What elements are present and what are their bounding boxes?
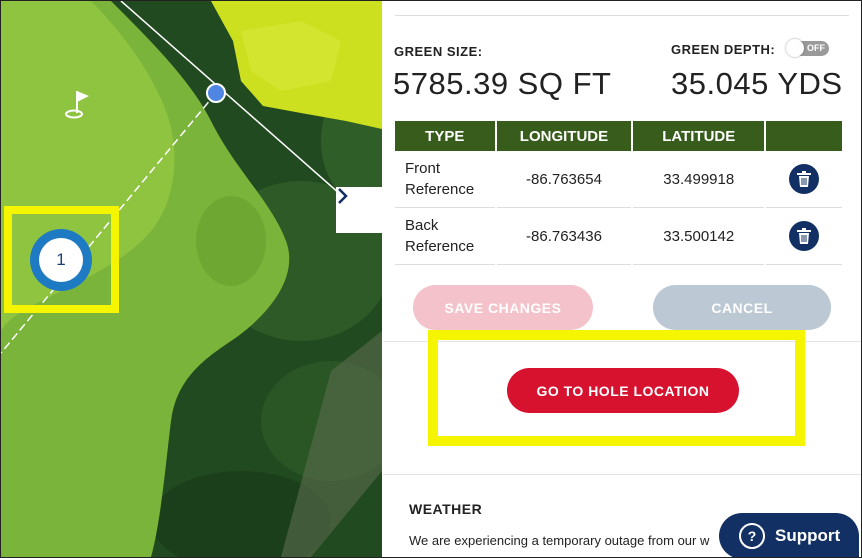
go-to-hole-location-button[interactable]: GO TO HOLE LOCATION xyxy=(507,368,739,413)
weather-title: WEATHER xyxy=(409,501,483,517)
row-longitude: -86.763654 xyxy=(496,151,632,208)
delete-button[interactable] xyxy=(789,164,820,194)
green-depth-value: 35.045 YDS xyxy=(671,66,843,101)
delete-button[interactable] xyxy=(789,221,820,251)
divider xyxy=(383,474,861,475)
row-actions xyxy=(766,151,842,208)
cancel-button[interactable]: CANCEL xyxy=(653,285,831,330)
col-latitude: LATITUDE xyxy=(633,121,765,151)
weather-message: We are experiencing a temporary outage f… xyxy=(409,533,710,548)
help-icon: ? xyxy=(739,523,765,549)
toggle-knob xyxy=(786,39,804,57)
green-depth-toggle[interactable]: OFF xyxy=(786,39,829,57)
divider xyxy=(383,341,861,342)
type-line: Reference xyxy=(405,238,475,255)
col-longitude: LONGITUDE xyxy=(496,121,632,151)
app-frame: 1 GREEN SIZE: 5785.39 SQ FT GREEN DEPTH:… xyxy=(0,0,862,558)
hole-pin-marker[interactable]: 1 xyxy=(30,229,92,291)
row-latitude: 33.500142 xyxy=(633,208,765,265)
green-size-label: GREEN SIZE: xyxy=(394,44,483,59)
col-actions xyxy=(766,121,842,151)
support-label: Support xyxy=(775,526,841,545)
row-latitude: 33.499918 xyxy=(633,151,765,208)
trash-icon xyxy=(797,171,812,187)
pin-number: 1 xyxy=(39,238,83,282)
green-size-value: 5785.39 SQ FT xyxy=(393,66,612,101)
table-row: Front Reference -86.763654 33.499918 xyxy=(395,151,842,208)
reference-table: TYPE LONGITUDE LATITUDE Front Reference … xyxy=(393,121,844,265)
expand-panel-button[interactable] xyxy=(336,187,382,233)
chevron-right-icon xyxy=(338,188,348,204)
type-line: Back xyxy=(405,217,439,234)
row-type: Back Reference xyxy=(395,208,495,265)
row-type: Front Reference xyxy=(395,151,495,208)
table-row: Back Reference -86.763436 33.500142 xyxy=(395,208,842,265)
type-line: Front xyxy=(405,160,441,177)
type-line: Reference xyxy=(405,181,475,198)
green-depth-label: GREEN DEPTH: xyxy=(671,42,776,57)
support-button[interactable]: ? Support xyxy=(719,513,859,557)
col-type: TYPE xyxy=(395,121,495,151)
toggle-state: OFF xyxy=(807,43,825,53)
row-actions xyxy=(766,208,842,265)
divider xyxy=(395,15,849,16)
course-map[interactable]: 1 xyxy=(1,1,382,557)
trash-icon xyxy=(797,228,812,244)
details-panel: GREEN SIZE: 5785.39 SQ FT GREEN DEPTH: O… xyxy=(383,1,861,557)
row-longitude: -86.763436 xyxy=(496,208,632,265)
save-changes-button[interactable]: SAVE CHANGES xyxy=(413,285,593,330)
